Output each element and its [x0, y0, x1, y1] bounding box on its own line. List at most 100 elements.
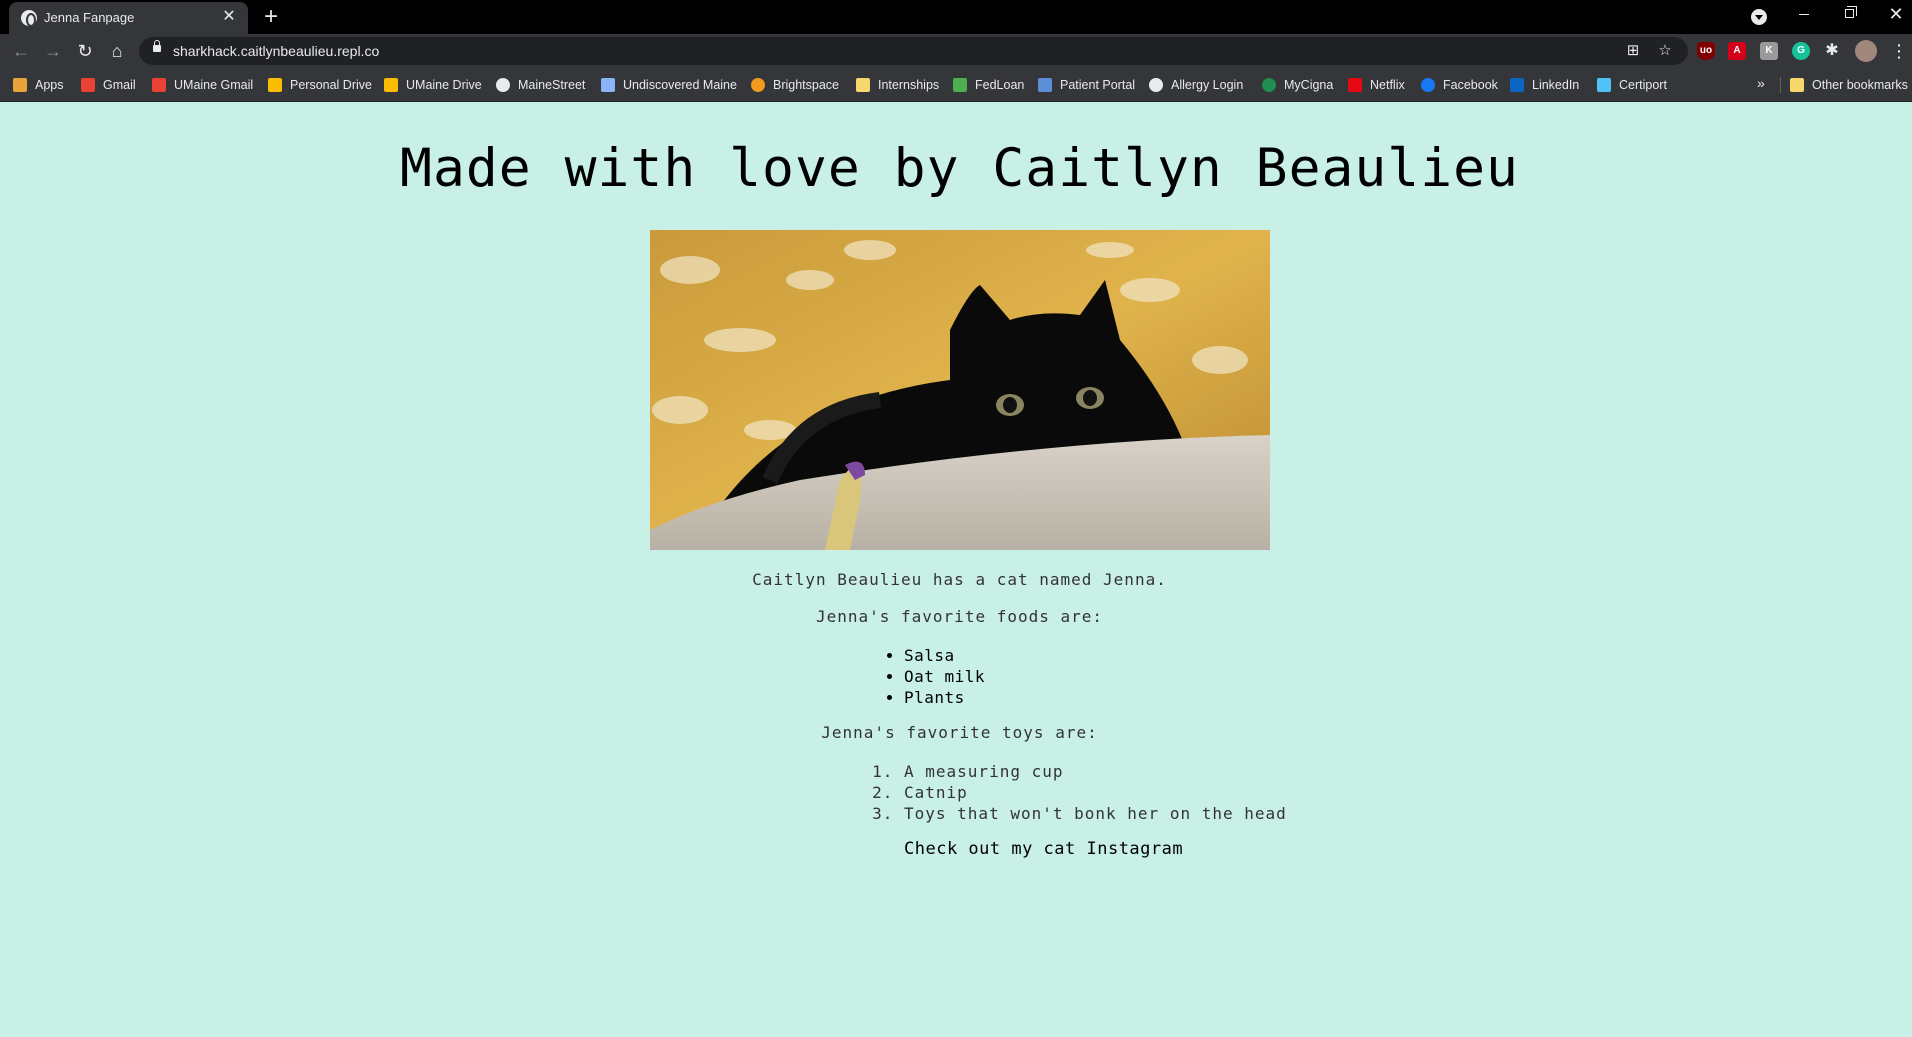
- bookmarks-overflow-icon[interactable]: »: [1757, 75, 1765, 91]
- minimize-icon: [1799, 14, 1809, 15]
- bookmark-other-bookmarks[interactable]: Other bookmarks: [1790, 76, 1908, 94]
- home-icon[interactable]: ⌂: [105, 39, 129, 63]
- bookmark-facebook[interactable]: Facebook: [1421, 76, 1498, 94]
- tab-title: Jenna Fanpage: [44, 10, 135, 25]
- bookmark-undiscovered-maine[interactable]: Undiscovered Maine: [601, 76, 737, 94]
- list-item: Salsa: [904, 645, 985, 666]
- browser-menu-icon[interactable]: ⋮: [1890, 41, 1908, 61]
- bookmark-umaine-gmail[interactable]: UMaine Gmail: [152, 76, 253, 94]
- close-tab-icon[interactable]: ✕: [219, 7, 239, 27]
- cat-photo: [650, 230, 1270, 550]
- bookmark-netflix[interactable]: Netflix: [1348, 76, 1405, 94]
- profile-avatar[interactable]: [1855, 40, 1877, 62]
- qr-code-icon[interactable]: ⊞: [1623, 41, 1643, 61]
- bookmark-gmail[interactable]: Gmail: [81, 76, 136, 94]
- facebook-icon: [1421, 78, 1435, 92]
- gmail-icon: [152, 78, 166, 92]
- bookmark-label: Apps: [35, 78, 64, 92]
- cigna-icon: [1262, 78, 1276, 92]
- bookmark-umaine-drive[interactable]: UMaine Drive: [384, 76, 482, 94]
- bookmark-label: Allergy Login: [1171, 78, 1244, 92]
- bookmark-allergy-login[interactable]: Allergy Login: [1149, 76, 1243, 94]
- list-item: Plants: [904, 687, 985, 708]
- certiport-icon: [1597, 78, 1611, 92]
- extension-k-icon[interactable]: K: [1760, 42, 1778, 60]
- bookmark-label: Brightspace: [773, 78, 840, 92]
- intro-text: Caitlyn Beaulieu has a cat named Jenna.: [752, 570, 1167, 589]
- bookmark-certiport[interactable]: Certiport: [1597, 76, 1667, 94]
- bookmark-label: UMaine Drive: [406, 78, 482, 92]
- page-title: Made with love by Caitlyn Beaulieu: [400, 138, 1519, 199]
- reload-icon[interactable]: ↻: [73, 39, 97, 63]
- back-arrow-icon[interactable]: ←: [9, 39, 33, 63]
- bookmark-label: Patient Portal: [1060, 78, 1136, 92]
- grammarly-extension-icon[interactable]: G: [1792, 42, 1810, 60]
- lock-icon[interactable]: [153, 40, 161, 52]
- folder-icon: [1790, 78, 1804, 92]
- netflix-icon: [1348, 78, 1362, 92]
- browser-toolbar: ← → ↻ ⌂ sharkhack.caitlynbeaulieu.repl.c…: [0, 34, 1912, 68]
- bookmark-patient-portal[interactable]: Patient Portal: [1038, 76, 1135, 94]
- minimize-button[interactable]: [1781, 0, 1827, 30]
- bookmarks-divider: [1780, 77, 1781, 93]
- tab-search-icon[interactable]: [1751, 9, 1767, 25]
- globe-icon: [21, 10, 37, 27]
- bookmark-brightspace[interactable]: Brightspace: [751, 76, 839, 94]
- globe-icon: [496, 78, 510, 92]
- bookmark-label: Gmail: [103, 78, 136, 92]
- tab-jenna-fanpage[interactable]: Jenna Fanpage ✕: [9, 2, 248, 34]
- restore-button[interactable]: [1827, 0, 1873, 30]
- list-item: Toys that won't bonk her on the head: [904, 803, 1287, 824]
- bookmark-label: LinkedIn: [1532, 78, 1580, 92]
- heart-icon: [1038, 78, 1052, 92]
- bookmark-label: Other bookmarks: [1812, 78, 1908, 92]
- apps-grid-icon: [13, 78, 27, 92]
- restore-icon: [1845, 6, 1857, 18]
- list-item: Catnip: [904, 782, 1287, 803]
- drive-icon: [384, 78, 398, 92]
- page-content: Made with love by Caitlyn Beaulieu Caitl…: [0, 102, 1912, 1037]
- folder-icon: [856, 78, 870, 92]
- foods-heading: Jenna's favorite foods are:: [815, 607, 1104, 626]
- instagram-link[interactable]: Check out my cat Instagram: [904, 839, 1183, 859]
- brightspace-icon: [751, 78, 765, 92]
- toys-heading: Jenna's favorite toys are:: [821, 723, 1098, 742]
- extensions-puzzle-icon[interactable]: ✱: [1823, 42, 1841, 60]
- bookmark-label: Certiport: [1619, 78, 1667, 92]
- bookmark-label: FedLoan: [975, 78, 1025, 92]
- foods-list: Salsa Oat milk Plants: [880, 645, 985, 708]
- bookmark-apps[interactable]: Apps: [13, 76, 64, 94]
- bookmark-label: Internships: [878, 78, 940, 92]
- bookmark-linkedin[interactable]: LinkedIn: [1510, 76, 1579, 94]
- forward-arrow-icon[interactable]: →: [41, 39, 65, 63]
- linkedin-icon: [1510, 78, 1524, 92]
- close-window-button[interactable]: ✕: [1873, 0, 1912, 30]
- browser-titlebar: Jenna Fanpage ✕ + ✕: [0, 0, 1912, 34]
- bookmark-star-icon[interactable]: ☆: [1655, 41, 1675, 61]
- bookmark-label: MaineStreet: [518, 78, 586, 92]
- bookmark-label: UMaine Gmail: [174, 78, 254, 92]
- list-item: Oat milk: [904, 666, 985, 687]
- bookmark-label: Personal Drive: [290, 78, 372, 92]
- ublock-extension-icon[interactable]: uo: [1697, 42, 1715, 60]
- toys-list: A measuring cup Catnip Toys that won't b…: [868, 761, 1287, 824]
- bookmark-label: MyCigna: [1284, 78, 1334, 92]
- bookmark-label: Netflix: [1370, 78, 1405, 92]
- bookmark-label: Undiscovered Maine: [623, 78, 737, 92]
- acrobat-extension-icon[interactable]: A: [1728, 42, 1746, 60]
- address-bar[interactable]: sharkhack.caitlynbeaulieu.repl.co ⊞ ☆: [139, 37, 1688, 65]
- bookmark-internships[interactable]: Internships: [856, 76, 939, 94]
- allergy-icon: [1149, 78, 1163, 92]
- url-text[interactable]: sharkhack.caitlynbeaulieu.repl.co: [173, 43, 379, 59]
- bookmark-label: Facebook: [1443, 78, 1498, 92]
- bookmark-personal-drive[interactable]: Personal Drive: [268, 76, 372, 94]
- drive-icon: [268, 78, 282, 92]
- bookmark-mainestreet[interactable]: MaineStreet: [496, 76, 585, 94]
- bookmark-mycigna[interactable]: MyCigna: [1262, 76, 1333, 94]
- list-item: A measuring cup: [904, 761, 1287, 782]
- bookmark-fedloan[interactable]: FedLoan: [953, 76, 1024, 94]
- new-tab-button[interactable]: +: [259, 5, 283, 29]
- fedloan-icon: [953, 78, 967, 92]
- gmail-icon: [81, 78, 95, 92]
- bookmarks-bar: » Other bookmarks Apps Gmail UMaine Gmail P…: [0, 68, 1912, 102]
